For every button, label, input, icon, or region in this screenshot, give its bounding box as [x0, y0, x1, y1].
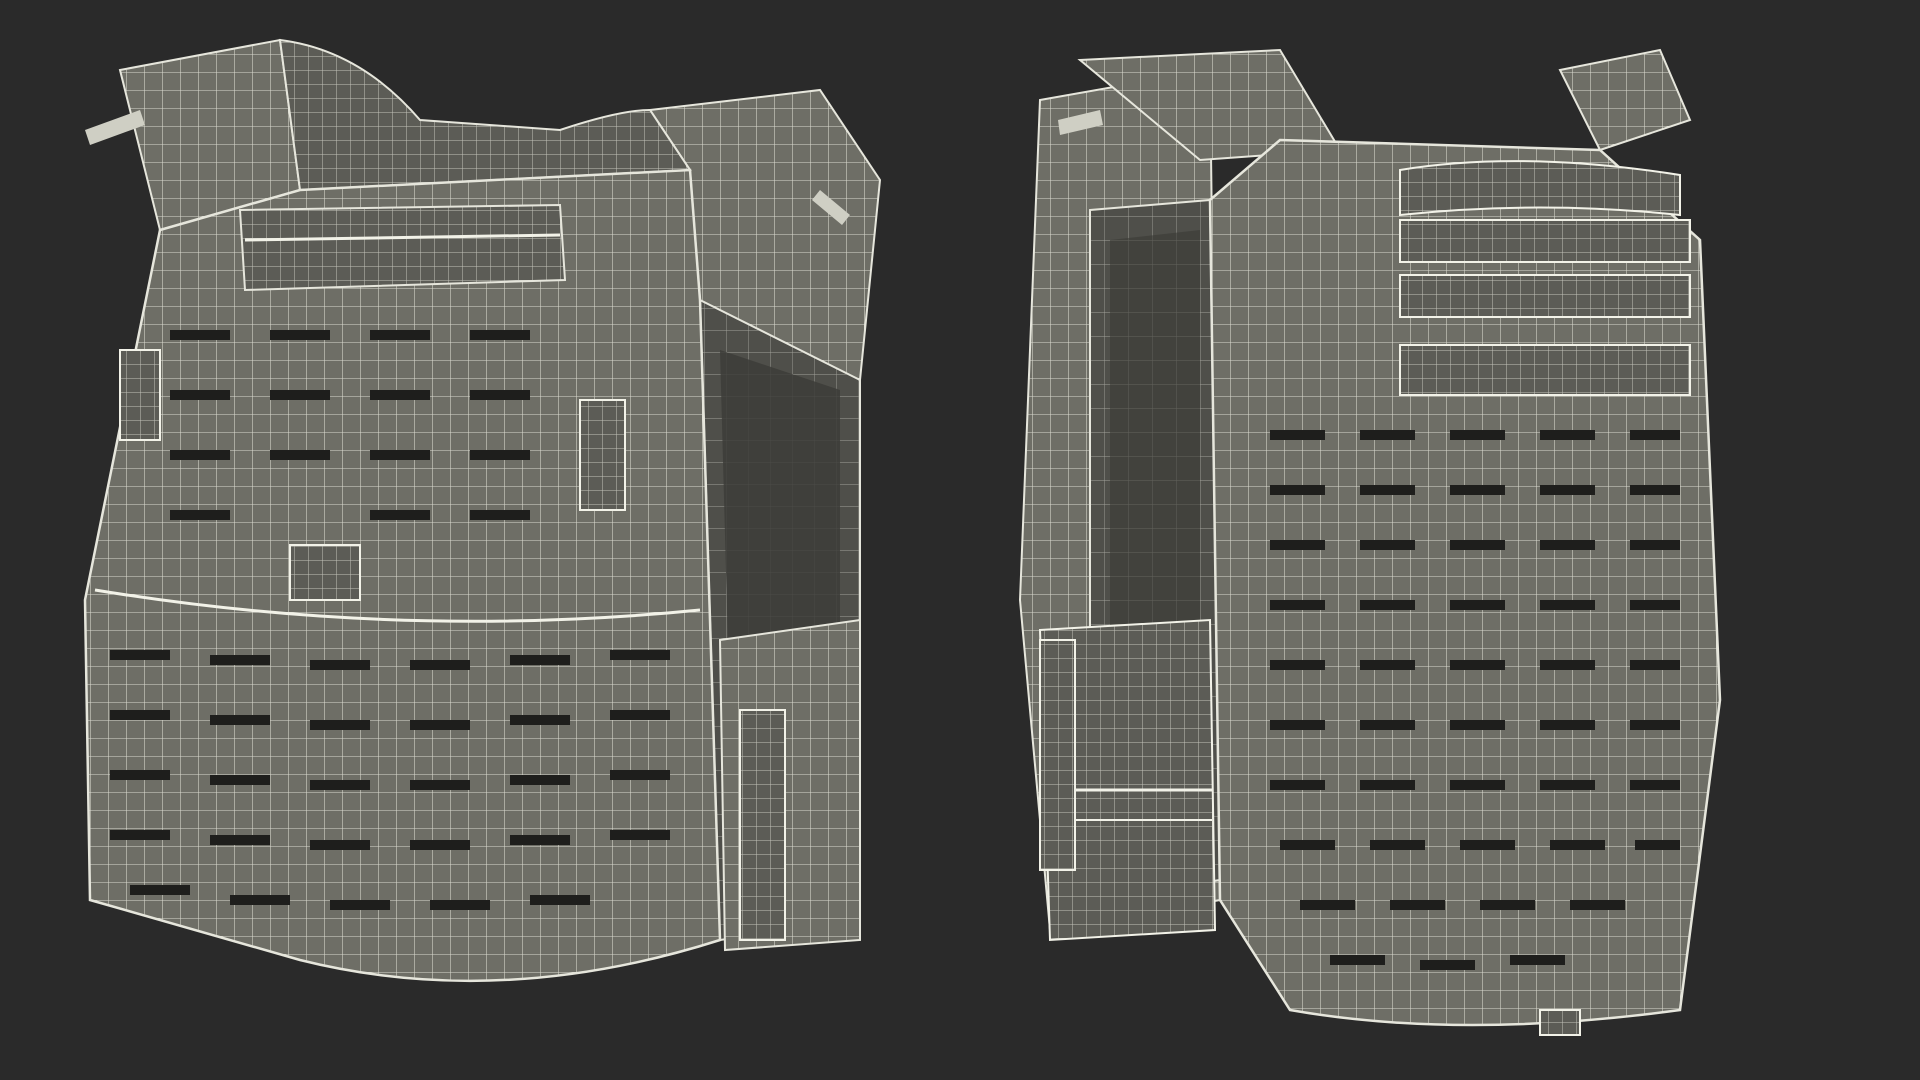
velcro-patch	[289, 544, 361, 601]
back-vest-render	[960, 0, 1920, 1080]
back-plate-panel	[1208, 138, 1722, 1027]
side-buckle	[739, 709, 786, 941]
velcro-strip-1	[1399, 219, 1691, 263]
velcro-strip-3	[1399, 344, 1691, 396]
right-shoulder-strap-back	[1558, 48, 1692, 152]
left-buckle	[119, 349, 161, 441]
zip-pocket	[238, 203, 567, 292]
front-plate-panel	[83, 168, 722, 983]
velcro-strip-2	[1399, 274, 1691, 318]
front-vest-svg	[83, 38, 882, 983]
drag-handle	[1399, 160, 1681, 217]
bottom-tab	[1539, 1009, 1581, 1036]
right-buckle	[579, 399, 626, 511]
inner-shadow	[1110, 230, 1200, 640]
side-buckle	[1039, 639, 1076, 871]
render-viewport	[0, 0, 1920, 1080]
front-collar	[278, 38, 692, 192]
left-shoulder-clip	[85, 110, 145, 145]
back-vest-svg	[1018, 48, 1722, 1036]
front-vest-render	[0, 0, 960, 1080]
